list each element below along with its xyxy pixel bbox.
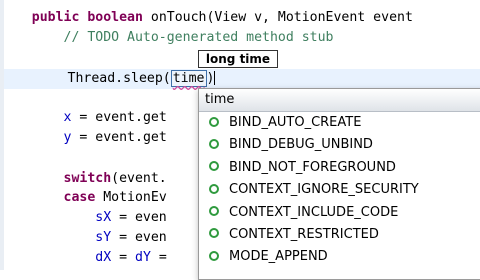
code-token: = xyxy=(111,250,135,265)
code-line[interactable]: y = event.get xyxy=(0,128,167,148)
code-token: case xyxy=(63,190,96,205)
code-token: sX xyxy=(95,210,112,225)
code-token: MotionEv xyxy=(95,190,167,205)
content-assist-item-label: MODE_APPEND xyxy=(229,249,328,265)
content-assist-popup[interactable]: time BIND_AUTO_CREATE BIND_DEBUG_UNBIND BI… xyxy=(198,88,480,280)
code-token: = even xyxy=(111,230,167,245)
code-line[interactable]: switch(event. xyxy=(0,169,167,189)
code-line[interactable]: dX = dY = xyxy=(0,248,175,268)
field-icon xyxy=(209,138,219,149)
code-token: sY xyxy=(95,230,112,245)
field-icon xyxy=(209,116,219,127)
code-line[interactable]: x = event.get xyxy=(0,108,167,128)
content-assist-item[interactable]: BIND_NOT_FOREGROUND xyxy=(199,157,480,179)
content-assist-item[interactable]: BIND_DEBUG_UNBIND xyxy=(199,134,480,156)
parameter-placeholder[interactable]: time xyxy=(170,70,207,87)
code-line[interactable]: sX = even xyxy=(0,208,167,228)
code-token: (event. xyxy=(111,171,167,186)
content-assist-item-label: BIND_NOT_FOREGROUND xyxy=(229,159,396,175)
field-icon xyxy=(209,250,219,261)
code-line[interactable]: case MotionEv xyxy=(0,188,167,208)
parameter-hint-tooltip: long time xyxy=(198,50,278,68)
content-assist-item-label: BIND_AUTO_CREATE xyxy=(229,115,362,130)
code-line[interactable]: public boolean onTouch(View v, MotionEve… xyxy=(0,8,413,28)
content-assist-item[interactable]: BIND_AUTO_CREATE xyxy=(199,112,480,134)
content-assist-item[interactable]: CONTEXT_INCLUDE_CODE xyxy=(199,202,480,224)
code-line-current[interactable]: Thread.sleep(time) xyxy=(4,69,480,89)
code-line[interactable]: sY = even xyxy=(0,228,167,248)
code-token: dX xyxy=(95,250,112,265)
content-assist-item[interactable]: MODE_APPEND xyxy=(199,246,480,268)
code-token: Thread.sleep( xyxy=(4,71,171,86)
text-caret xyxy=(214,71,216,85)
field-icon xyxy=(209,161,219,172)
field-icon xyxy=(209,206,219,217)
content-assist-item-label: CONTEXT_INCLUDE_CODE xyxy=(229,204,399,220)
content-assist-list[interactable]: BIND_AUTO_CREATE BIND_DEBUG_UNBIND BIND_NO… xyxy=(199,112,480,269)
content-assist-header: time xyxy=(199,89,480,112)
code-token: = event.get xyxy=(71,110,167,125)
code-token: = xyxy=(150,250,175,265)
content-assist-item-label: BIND_DEBUG_UNBIND xyxy=(229,137,373,153)
code-token: = even xyxy=(111,210,167,225)
parameter-hint-text: long time xyxy=(205,52,271,66)
code-token: switch xyxy=(63,171,112,186)
content-assist-item[interactable]: CONTEXT_IGNORE_SECURITY xyxy=(199,179,480,201)
code-token: onTouch(View v, MotionEvent event xyxy=(142,10,413,25)
field-icon xyxy=(209,183,219,194)
code-line[interactable]: // TODO Auto-generated method stub xyxy=(0,28,334,48)
content-assist-item-label: CONTEXT_RESTRICTED xyxy=(229,226,379,242)
code-token: public xyxy=(31,10,80,25)
code-token: ) xyxy=(206,71,215,86)
code-token: dY xyxy=(135,250,151,265)
content-assist-item[interactable]: CONTEXT_RESTRICTED xyxy=(199,224,480,246)
code-token: = event.get xyxy=(71,130,167,145)
content-assist-item-label: CONTEXT_IGNORE_SECURITY xyxy=(229,182,419,198)
code-token: // TODO Auto-generated method stub xyxy=(63,30,334,45)
code-token: boolean xyxy=(87,10,143,25)
field-icon xyxy=(209,228,219,239)
